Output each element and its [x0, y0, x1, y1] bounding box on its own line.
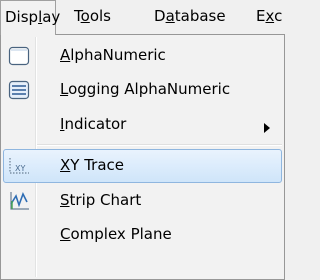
- menu-database[interactable]: Database: [154, 0, 226, 35]
- menu-tools[interactable]: Tools: [74, 0, 111, 35]
- menu-item-complex-plane[interactable]: Complex Plane: [3, 218, 282, 252]
- menu-item-indicator[interactable]: Indicator: [3, 108, 282, 142]
- menu-item-strip-chart[interactable]: Strip Chart: [3, 184, 282, 218]
- alphanumeric-window-icon: [8, 45, 30, 67]
- menu-bar: Display Tools Database Exc: [0, 0, 311, 35]
- menu-item-alphanumeric[interactable]: AlphaNumeric: [3, 39, 282, 73]
- logging-list-icon: [8, 79, 30, 101]
- menu-display[interactable]: Display: [0, 0, 60, 35]
- menu-item-logging-alphanumeric[interactable]: Logging AlphaNumeric: [3, 73, 282, 107]
- strip-chart-icon: [8, 190, 30, 212]
- menu-partial[interactable]: Exc: [256, 0, 282, 35]
- xy-trace-icon: XY: [8, 155, 30, 177]
- submenu-arrow-icon: [264, 119, 270, 137]
- menu-item-xy-trace[interactable]: XY XY Trace: [3, 149, 282, 183]
- svg-text:XY: XY: [15, 164, 25, 173]
- display-menu-dropdown: AlphaNumeric Logging AlphaNumeric Indica…: [0, 34, 285, 280]
- menu-separator: [37, 144, 282, 146]
